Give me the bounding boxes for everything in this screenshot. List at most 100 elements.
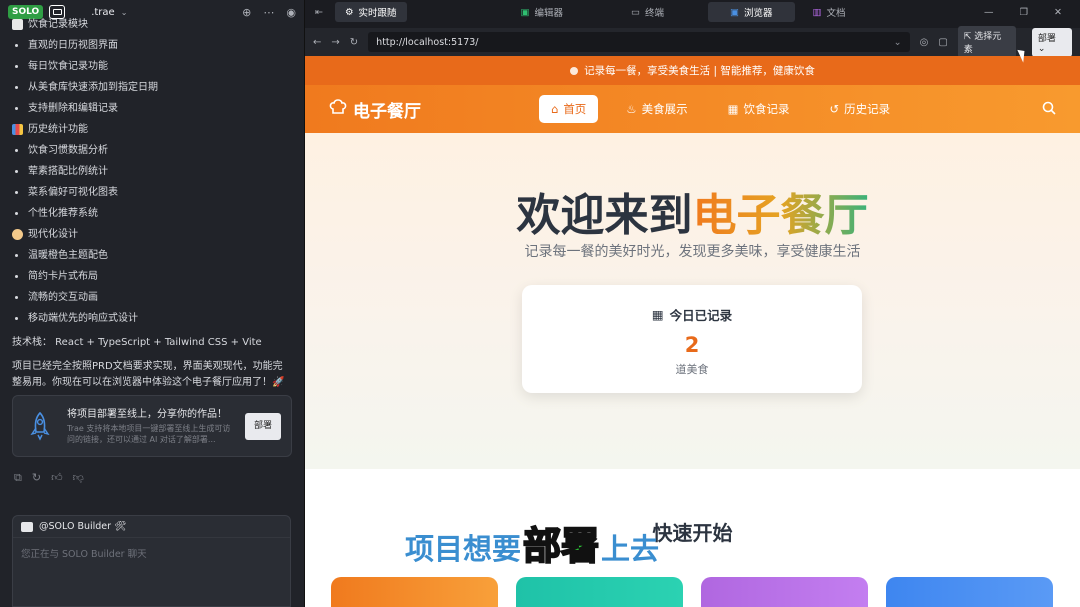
thumbs-down-icon[interactable]: 👎︎ [73,467,84,488]
deploy-card-description: Trae 支持将本地项目一键部署至线上生成可访问的链接，还可以通过 AI 对话了… [67,424,231,444]
today-count: 2 [684,333,700,357]
notice-bar: 记录每一餐，享受美食生活 | 智能推荐，健康饮食 [305,56,1080,85]
hero-subtitle: 记录每一餐的美好时光，发现更多美味，享受健康生活 [524,244,861,260]
message-actions: ⧉ ↻ 👍︎ 👎︎ [12,457,292,488]
list-item: 从美食库快速添加到指定日期 [12,77,292,98]
maximize-icon[interactable]: ❐ [1020,7,1029,18]
tab-realtime[interactable]: ⚙ 实时跟随 [334,2,407,22]
section-heading: 历史统计功能 [12,119,292,140]
quick-card-4[interactable] [886,577,1053,607]
minimize-icon[interactable]: — [984,7,994,18]
list-item: 每日饮食记录功能 [12,56,292,77]
copy-icon[interactable]: ⧉ [14,467,22,488]
browser-address-bar: ← → ↻ http://localhost:5173/ ⌄ ◎ ▢ ⇱ 选择元… [305,26,1080,58]
chat-input-box[interactable]: @SOLO Builder 🛠 您正在与 SOLO Builder 聊天 [12,515,291,607]
tab-docs[interactable]: ▥ 文档 [803,2,856,22]
list-item: 简约卡片式布局 [12,266,292,287]
today-stat-card: ▦ 今日已记录 2 道美食 [522,285,862,393]
today-stat-title: ▦ 今日已记录 [522,305,862,324]
quick-card-1[interactable] [331,577,498,607]
list-item: 支持删除和编辑记录 [12,98,292,119]
ide-chat-panel: SOLO .trae ⌄ ⊕ ⋯ ◉ 饮食记录模块 直观的日历视图界面 每日饮食… [0,0,305,607]
thumbs-up-icon[interactable]: 👍︎ [51,467,63,488]
select-element-button[interactable]: ⇱ 选择元素 [957,26,1016,58]
tab-browser[interactable]: ▣ 浏览器 [708,2,795,22]
docs-icon: ▥ [812,6,822,18]
hero-title-plain: 欢迎来到 [516,190,693,241]
summary-text: 项目已经完全按照PRD文档要求实现，界面美观现代，功能完整易用。你现在可以在浏览… [12,361,285,388]
hero-title-accent: 电子餐厅 [692,190,869,241]
list-item: 温暖橙色主题配色 [12,245,292,266]
terminal-icon: ▭ [631,6,640,18]
chat-input-placeholder[interactable]: 您正在与 SOLO Builder 聊天 [13,538,290,568]
browser-deploy-button[interactable]: 部署 ⌄ [1031,27,1072,57]
url-input[interactable]: http://localhost:5173/ ⌄ [368,32,910,52]
section-title: 历史统计功能 [28,124,88,135]
tab-label: 浏览器 [744,8,773,19]
nav-label: 历史记录 [844,102,891,116]
calendar-icon [12,19,23,30]
list-item: 个性化推荐系统 [12,203,292,224]
home-icon: ⌂ [551,102,559,116]
solo-window-icon[interactable] [49,5,66,19]
chevron-down-icon[interactable]: ⌄ [894,37,902,48]
bar-chart-icon [12,124,23,135]
message-content: 饮食记录模块 直观的日历视图界面 每日饮食记录功能 从美食库快速添加到指定日期 … [0,14,304,488]
collapse-sidebar-icon[interactable]: ⇤ [305,7,333,18]
section-heading: 现代化设计 [12,224,292,245]
tab-label: 编辑器 [534,8,564,19]
calendar-icon: ▦ [651,307,664,322]
tech-stack: 技术栈： React + TypeScript + Tailwind CSS +… [12,337,262,348]
close-icon[interactable]: ✕ [1054,7,1062,18]
quick-card-2[interactable] [516,577,683,607]
devices-icon[interactable]: ▢ [938,37,947,48]
workspace-name[interactable]: .trae [91,7,115,18]
url-text: http://localhost:5173/ [376,36,479,48]
agent-name[interactable]: @SOLO Builder 🛠 [39,521,126,532]
site-nav: 电子餐厅 ⌂ 首页 ♨ 美食展示 ▦ 饮食记录 ↺ 历史记录 [305,85,1080,133]
hero-title: 欢迎来到电子餐厅 [305,179,1080,243]
search-icon[interactable] [1042,100,1056,119]
section-title: 现代化设计 [28,229,78,240]
quick-card-3[interactable] [701,577,868,607]
nav-diet-record[interactable]: ▦ 饮食记录 [716,95,802,123]
back-icon[interactable]: ← [313,37,321,48]
deploy-button[interactable]: 部署 [244,412,281,440]
reload-icon[interactable]: ↻ [350,37,358,48]
chat-agent-header: @SOLO Builder 🛠 [13,516,290,538]
browser-icon: ▣ [730,6,739,18]
more-icon[interactable]: ⋯ [263,6,274,19]
account-icon[interactable]: ◉ [286,6,296,19]
list-item: 移动端优先的响应式设计 [12,308,292,329]
notice-text: 记录每一餐，享受美食生活 | 智能推荐，健康饮食 [584,65,815,77]
list-item: 流畅的交互动画 [12,287,292,308]
gear-icon: ⚙ [344,6,354,18]
tab-terminal[interactable]: ▭ 终端 [621,2,674,22]
nav-history[interactable]: ↺ 历史记录 [818,95,903,123]
pointer-icon: ⇱ [963,32,975,42]
site-brand[interactable]: 电子餐厅 [329,97,421,122]
caption-post: 上去 [601,532,660,566]
screen: SOLO .trae ⌄ ⊕ ⋯ ◉ 饮食记录模块 直观的日历视图界面 每日饮食… [0,0,1080,607]
today-unit: 道美食 [675,363,709,376]
list-item: 饮食习惯数据分析 [12,140,292,161]
forward-icon[interactable]: → [331,37,339,48]
nav-home[interactable]: ⌂ 首页 [539,95,599,123]
new-chat-icon[interactable]: ⊕ [242,6,251,19]
chef-hat-icon: ♨ [626,102,637,116]
video-caption: 项目想要 部署 上去 [405,515,659,570]
tab-editor[interactable]: ▣ 编辑器 [511,2,574,22]
chevron-down-icon[interactable]: ⌄ [121,8,128,17]
nav-food-showcase[interactable]: ♨ 美食展示 [614,95,699,123]
retry-icon[interactable]: ↻ [32,467,41,488]
list-item: 荤素搭配比例统计 [12,161,292,182]
deploy-label: 部署 [1037,33,1056,44]
nav-label: 饮食记录 [743,102,790,116]
sparkle-icon [570,66,579,75]
calendar-icon: ▦ [727,102,739,116]
nav-label: 美食展示 [641,102,688,116]
tab-label: 实时跟随 [358,8,397,19]
compass-icon[interactable]: ◎ [920,37,929,48]
history-icon: ↺ [829,102,840,116]
tab-label: 终端 [645,8,665,19]
